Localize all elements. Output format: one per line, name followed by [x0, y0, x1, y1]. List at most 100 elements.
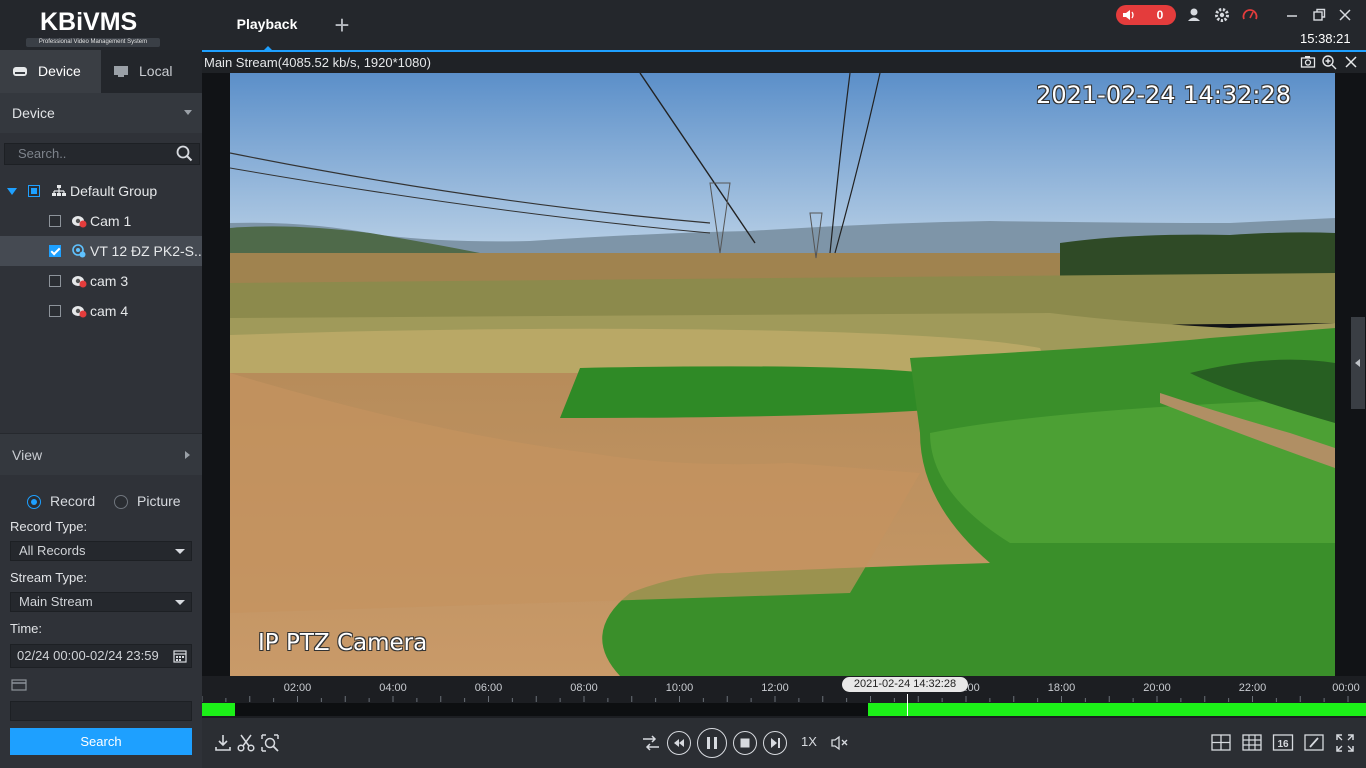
record-type-label: Record Type: [10, 519, 88, 534]
alarm-button[interactable]: 0 [1116, 5, 1176, 25]
download-icon[interactable] [212, 732, 234, 754]
expand-arrow-icon[interactable] [7, 188, 17, 195]
chevron-right-icon [185, 451, 190, 459]
record-type-select[interactable]: All Records [10, 541, 192, 561]
tab-local-label: Local [139, 63, 173, 79]
camera-checkbox[interactable] [49, 215, 61, 227]
timeline-hour-label: 02:00 [283, 682, 312, 694]
device-tree: Default Group Cam 1 VT 12 ĐZ PK2-S... ca… [0, 176, 202, 326]
zoom-in-icon[interactable] [1321, 54, 1337, 70]
restore-icon[interactable] [1310, 6, 1328, 24]
collapse-panel-handle[interactable] [1351, 317, 1365, 409]
layout-16-icon[interactable]: 16 [1272, 732, 1294, 754]
step-forward-icon [771, 738, 780, 748]
mute-icon[interactable] [829, 732, 851, 754]
performance-gauge-icon[interactable] [1241, 6, 1259, 24]
gear-icon[interactable] [1213, 6, 1231, 24]
search-input[interactable]: Search.. [4, 143, 200, 165]
stream-type-value: Main Stream [19, 594, 93, 609]
search-button[interactable]: Search [10, 728, 192, 755]
pause-button[interactable] [697, 728, 727, 758]
app-logo: KBiVMS Professional Video Management Sys… [26, 6, 160, 48]
clip-scissors-icon[interactable] [235, 732, 257, 754]
next-frame-button[interactable] [763, 731, 787, 755]
group-checkbox[interactable] [28, 185, 40, 197]
sidebar-tabs: Device Local [0, 50, 202, 93]
logo-subtitle: Professional Video Management System [26, 38, 160, 47]
fullscreen-icon[interactable] [1334, 732, 1356, 754]
tree-camera-row[interactable]: Cam 1 [0, 206, 202, 236]
video-frame[interactable]: 2021-02-24 14:32:28 IP PTZ Camera [230, 73, 1335, 676]
tab-local[interactable]: Local [101, 50, 202, 93]
layout-9-icon[interactable] [1241, 732, 1263, 754]
group-label: Default Group [70, 183, 158, 199]
record-type-value: All Records [19, 543, 86, 558]
camera-label: Cam 1 [90, 213, 132, 229]
user-icon[interactable] [1185, 6, 1203, 24]
timeline-cursor[interactable] [907, 694, 908, 716]
playback-controls: 1X 16 [202, 718, 1366, 768]
card-number-input[interactable] [10, 701, 192, 721]
sidebar: Device Local Device Search.. Default Gro… [0, 50, 202, 768]
record-radio[interactable] [27, 495, 41, 509]
smart-search-icon[interactable] [259, 732, 281, 754]
minimize-icon[interactable] [1283, 6, 1301, 24]
viewer-header: Main Stream(4085.52 kb/s, 1920*1080) [202, 52, 1366, 73]
device-icon [13, 67, 27, 76]
tree-camera-row[interactable]: VT 12 ĐZ PK2-S... [0, 236, 202, 266]
time-range-field[interactable]: 02/24 00:00-02/24 23:59 [10, 644, 192, 668]
ptz-camera-icon [72, 244, 86, 258]
stream-info: Main Stream(4085.52 kb/s, 1920*1080) [204, 55, 431, 70]
svg-text:16: 16 [1277, 739, 1289, 750]
tab-device[interactable]: Device [0, 50, 101, 93]
osd-timestamp: 2021-02-24 14:32:28 [1036, 81, 1291, 109]
timeline-ticks [202, 696, 1349, 702]
picture-radio[interactable] [114, 495, 128, 509]
recorded-segment[interactable] [202, 703, 236, 716]
tab-playback-label: Playback [236, 16, 298, 32]
playback-speed[interactable]: 1X [801, 734, 817, 749]
osd-camera-name: IP PTZ Camera [258, 630, 428, 656]
custom-layout-edit-icon[interactable] [1303, 732, 1325, 754]
sync-playback-icon[interactable] [640, 732, 662, 754]
add-tab-icon[interactable]: + [330, 12, 354, 38]
camera-checkbox[interactable] [49, 275, 61, 287]
rewind-button[interactable] [667, 731, 691, 755]
snapshot-icon[interactable] [1300, 54, 1316, 70]
camera-offline-icon [72, 216, 87, 228]
layout-4-icon[interactable] [1210, 732, 1232, 754]
rewind-icon [674, 739, 684, 747]
tree-camera-row[interactable]: cam 3 [0, 266, 202, 296]
pause-icon [707, 737, 717, 749]
tree-group-row[interactable]: Default Group [0, 176, 202, 206]
timeline-hour-label: 08:00 [570, 682, 598, 694]
tab-device-label: Device [38, 63, 81, 79]
camera-checkbox[interactable] [49, 245, 61, 257]
view-label: View [12, 447, 43, 463]
camera-offline-icon [72, 306, 87, 318]
dropdown-arrow-icon [175, 600, 185, 605]
timeline-hour-label: 04:00 [379, 682, 407, 694]
stop-button[interactable] [733, 731, 757, 755]
timeline-hour-label: 00:00 [1332, 682, 1360, 694]
stream-type-select[interactable]: Main Stream [10, 592, 192, 612]
card-icon[interactable] [11, 679, 27, 691]
device-dropdown[interactable]: Device [0, 93, 202, 133]
timeline-hour-label: 10:00 [665, 682, 694, 694]
timeline[interactable]: 02:0004:0006:0008:0010:0012:0016:0018:00… [202, 676, 1366, 718]
alarm-count: 0 [1156, 8, 1164, 22]
video-viewer: Main Stream(4085.52 kb/s, 1920*1080) 202… [202, 52, 1366, 676]
search-placeholder: Search.. [18, 146, 67, 161]
calendar-icon[interactable] [173, 649, 187, 663]
record-radio-label: Record [50, 493, 96, 509]
recorded-segment[interactable] [867, 703, 1366, 716]
close-icon[interactable] [1343, 54, 1359, 70]
search-icon[interactable] [176, 145, 193, 162]
view-section-toggle[interactable]: View [0, 433, 202, 475]
device-dropdown-label: Device [12, 105, 55, 121]
tree-camera-row[interactable]: cam 4 [0, 296, 202, 326]
tab-playback[interactable]: Playback [224, 0, 310, 50]
camera-checkbox[interactable] [49, 305, 61, 317]
close-icon[interactable] [1336, 6, 1354, 24]
stop-icon [740, 738, 750, 748]
